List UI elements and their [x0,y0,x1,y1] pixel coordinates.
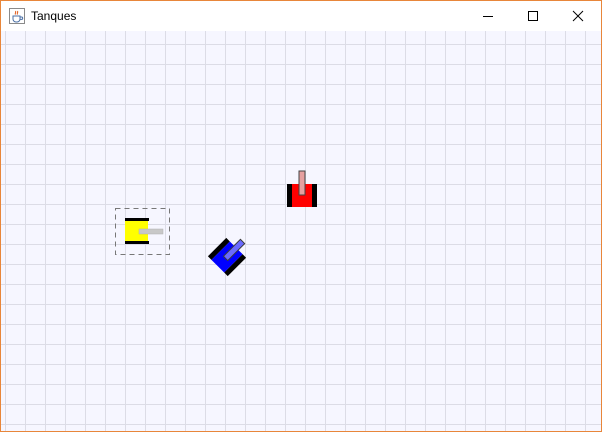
title-bar[interactable]: Tanques [1,1,601,31]
game-canvas[interactable] [1,31,601,431]
close-button[interactable] [555,1,601,31]
window-title: Tanques [31,9,77,23]
red-tank[interactable] [285,169,319,209]
minimize-icon [483,16,493,17]
minimize-button[interactable] [465,1,511,31]
tank-cannon [138,228,164,235]
tank-tread [125,218,149,221]
tank-tread [312,184,317,207]
tank-tread [125,241,149,244]
close-icon [572,10,584,22]
tank-cannon [298,170,306,196]
maximize-icon [528,11,538,21]
blue-tank[interactable] [203,231,255,279]
tank-tread [287,184,292,207]
yellow-tank[interactable] [113,206,173,258]
java-cup-icon [9,8,25,24]
app-window: Tanques [0,0,602,432]
maximize-button[interactable] [510,1,556,31]
